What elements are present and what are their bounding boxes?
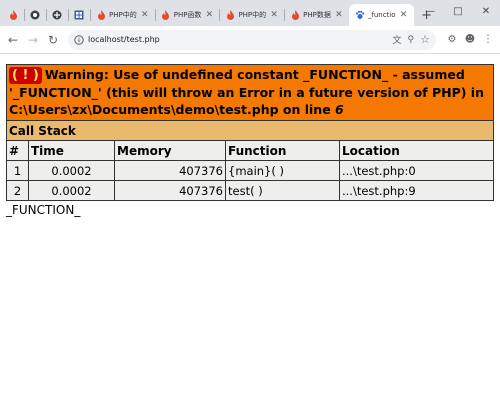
menu-icon[interactable]: ⋮ [480, 31, 496, 49]
warning-header: ( ! ) Warning: Use of undefined constant … [6, 64, 494, 121]
translate-icon[interactable]: 文 [393, 33, 402, 46]
cell-num: 1 [6, 160, 29, 181]
grid-icon [74, 10, 84, 20]
close-icon[interactable]: ✕ [141, 10, 149, 20]
tab-5[interactable]: PHP函数 ✕ [154, 4, 220, 26]
globe-icon [52, 10, 62, 20]
cell-time: 0.0002 [28, 160, 115, 181]
address-bar[interactable]: localhost/test.php 文 ⚲ ☆ [68, 29, 436, 50]
extension-icon[interactable]: ⚙ [444, 31, 460, 49]
tab-title: PHP数据 [303, 11, 331, 19]
close-icon[interactable]: ✕ [335, 10, 343, 20]
col-header-location: Location [339, 140, 494, 161]
close-icon[interactable]: ✕ [270, 10, 278, 20]
tab-active[interactable]: _functio ✕ [348, 4, 414, 26]
zoom-icon[interactable]: ⚲ [408, 35, 415, 45]
tab-4[interactable]: PHP中的 ✕ [90, 4, 155, 26]
tab-6[interactable]: PHP中的 ✕ [219, 4, 284, 26]
close-icon[interactable]: ✕ [205, 10, 214, 20]
globe-icon [30, 10, 40, 20]
cell-memory: 407376 [114, 180, 226, 201]
table-row: 1 0.0002 407376 {main}( ) ...\test.php:0 [6, 160, 494, 181]
warning-text-line3: C:\Users\zx\Documents\demo\test.php on l… [9, 102, 336, 117]
col-header-function: Function [225, 140, 340, 161]
paw-icon [355, 10, 365, 20]
account-icon[interactable]: ☻ [462, 31, 478, 49]
call-stack-title: Call Stack [6, 120, 494, 141]
fire-icon [225, 10, 235, 20]
tab-title: PHP中的 [238, 11, 267, 19]
fire-icon [161, 10, 171, 20]
fire-icon [96, 10, 106, 20]
cell-location: ...\test.php:9 [339, 180, 494, 201]
cell-location: ...\test.php:0 [339, 160, 494, 181]
tab-1[interactable] [24, 4, 46, 26]
col-header-time: Time [28, 140, 115, 161]
warning-text-line2: '_FUNCTION_' (this will throw an Error i… [9, 85, 484, 100]
minimize-icon[interactable]: — [416, 0, 444, 22]
forward-icon[interactable]: → [24, 31, 42, 49]
tab-0[interactable] [2, 4, 24, 26]
reload-icon[interactable]: ↻ [44, 31, 62, 49]
line-number: 6 [335, 102, 344, 117]
tab-title: PHP中的 [109, 11, 137, 19]
browser-toolbar: ← → ↻ localhost/test.php 文 ⚲ ☆ ⚙ ☻ ⋮ [0, 26, 500, 54]
close-window-icon[interactable]: ✕ [472, 0, 500, 22]
cell-time: 0.0002 [28, 180, 115, 201]
tab-title: _functio [367, 11, 396, 19]
bookmark-star-icon[interactable]: ☆ [420, 33, 430, 46]
close-icon[interactable]: ✕ [400, 10, 408, 20]
url-text[interactable]: localhost/test.php [88, 35, 393, 44]
column-headers: # Time Memory Function Location [6, 140, 494, 161]
back-icon[interactable]: ← [4, 31, 22, 49]
cell-num: 2 [6, 180, 29, 201]
col-header-num: # [6, 140, 29, 161]
warning-text-line1: Warning: Use of undefined constant _FUNC… [44, 67, 465, 82]
maximize-icon[interactable]: □ [444, 0, 472, 22]
tab-title: PHP函数 [173, 11, 202, 19]
toolbar-actions: ⚙ ☻ ⋮ [442, 31, 496, 49]
info-icon[interactable] [74, 30, 84, 49]
tab-3[interactable] [68, 4, 90, 26]
cell-memory: 407376 [114, 160, 226, 181]
tab-2[interactable] [46, 4, 68, 26]
col-header-memory: Memory [114, 140, 226, 161]
tab-7[interactable]: PHP数据 ✕ [284, 4, 349, 26]
fire-icon [290, 10, 300, 20]
cell-function: {main}( ) [225, 160, 340, 181]
page-content: ( ! ) Warning: Use of undefined constant … [0, 54, 500, 201]
cell-function: test( ) [225, 180, 340, 201]
fire-icon [8, 10, 18, 20]
xdebug-error-table: ( ! ) Warning: Use of undefined constant … [6, 64, 494, 201]
table-row: 2 0.0002 407376 test( ) ...\test.php:9 [6, 180, 494, 201]
tab-strip: PHP中的 ✕ PHP函数 ✕ PHP中的 ✕ PHP数据 ✕ _functio… [0, 0, 500, 26]
warning-icon: ( ! ) [9, 67, 42, 84]
window-controls: — □ ✕ [416, 0, 500, 22]
script-output: _FUNCTION_ [6, 203, 81, 217]
